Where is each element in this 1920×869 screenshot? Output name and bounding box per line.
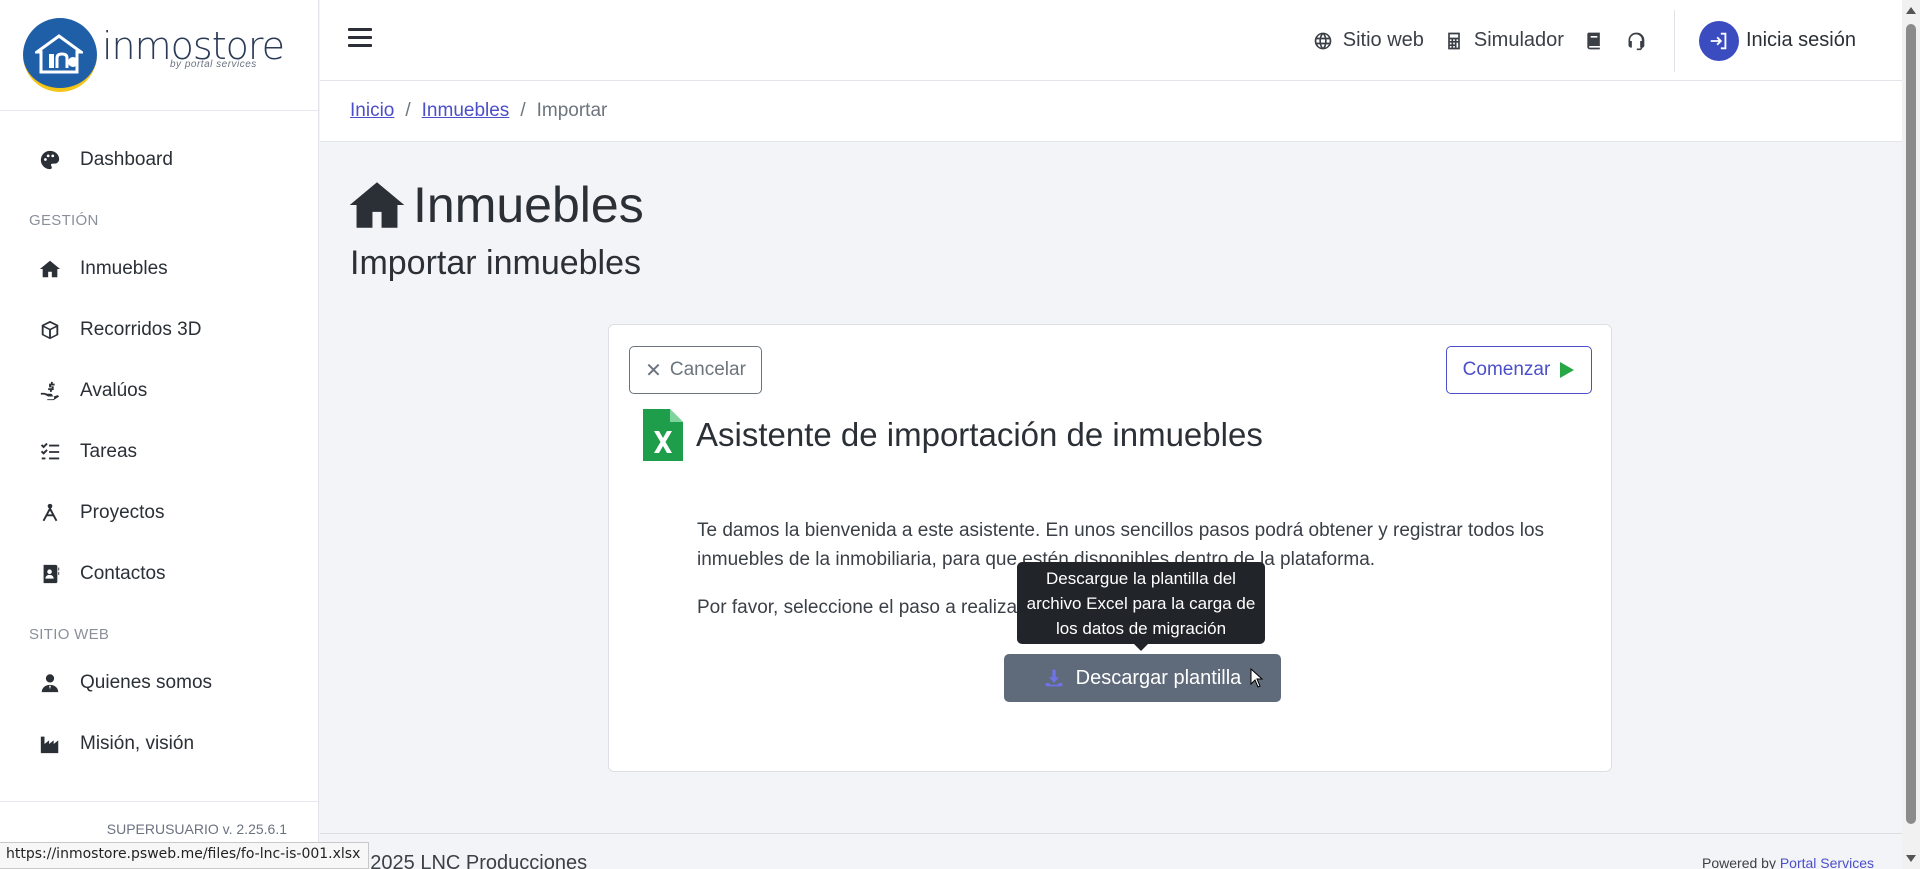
sidebar-item-label: Inmuebles bbox=[80, 257, 168, 279]
sidebar-item-recorridos-3d[interactable]: Recorridos 3D bbox=[0, 299, 318, 360]
download-icon bbox=[1045, 669, 1063, 687]
sidebar-item-label: Proyectos bbox=[80, 501, 165, 523]
breadcrumb-separator: / bbox=[405, 100, 411, 121]
download-template-button[interactable]: Descargar plantilla bbox=[1004, 654, 1281, 702]
import-wizard-card: ✕ Cancelar Comenzar Asistente de importa… bbox=[608, 324, 1612, 772]
globe-icon bbox=[1314, 32, 1332, 49]
portal-services-link[interactable]: Portal Services bbox=[1780, 855, 1874, 869]
headset-icon[interactable] bbox=[1626, 30, 1648, 52]
brand-tagline: by portal services bbox=[170, 59, 257, 70]
sidebar-item-avaluos[interactable]: Avalúos bbox=[0, 360, 318, 421]
hand-money-icon bbox=[38, 379, 62, 403]
sidebar-item-label: Quienes somos bbox=[80, 671, 213, 693]
page-footer: © 2025 LNC Producciones Powered by Porta… bbox=[320, 833, 1902, 869]
sidebar-item-proyectos[interactable]: Proyectos bbox=[0, 482, 318, 543]
login-button[interactable]: Inicia sesión bbox=[1698, 20, 1856, 61]
status-url: https://inmostore.psweb.me/files/fo-lnc-… bbox=[0, 842, 370, 869]
compass-icon bbox=[38, 501, 62, 525]
wizard-header: Asistente de importación de inmuebles bbox=[643, 409, 1263, 461]
powered-by: Powered by Portal Services bbox=[1702, 855, 1874, 869]
sidebar-item-mision-vision[interactable]: Misión, visión bbox=[0, 713, 318, 774]
powered-by-text: Powered by bbox=[1702, 855, 1780, 869]
download-tooltip: Descargue la plantilla del archivo Excel… bbox=[1017, 562, 1265, 651]
copyright: © 2025 LNC Producciones bbox=[350, 852, 588, 869]
select-step-text: Por favor, seleccione el paso a realizar… bbox=[697, 597, 1029, 618]
section-gestion: GESTIÓN bbox=[29, 212, 99, 229]
industry-icon bbox=[38, 732, 62, 756]
sidebar: inmostore by portal services Dashboard G… bbox=[0, 0, 319, 869]
scroll-thumb[interactable] bbox=[1906, 24, 1916, 824]
simulador-label: Simulador bbox=[1473, 29, 1564, 51]
list-check-icon bbox=[38, 440, 62, 464]
sidebar-item-tareas[interactable]: Tareas bbox=[0, 421, 318, 482]
login-icon bbox=[1698, 20, 1739, 61]
sidebar-nav: Dashboard GESTIÓN Inmuebles Recorridos 3… bbox=[0, 111, 318, 774]
logo-house-icon bbox=[35, 34, 83, 74]
start-label: Comenzar bbox=[1462, 359, 1551, 380]
cube-icon bbox=[38, 318, 62, 342]
topbar: Sitio web Simulador Inicia sesión bbox=[320, 0, 1902, 81]
cancel-button[interactable]: ✕ Cancelar bbox=[629, 346, 762, 394]
breadcrumb-separator: / bbox=[520, 100, 526, 121]
simulador-link[interactable]: Simulador bbox=[1444, 29, 1564, 52]
close-icon: ✕ bbox=[645, 359, 662, 382]
wizard-title: Asistente de importación de inmuebles bbox=[696, 416, 1263, 453]
start-button[interactable]: Comenzar bbox=[1446, 346, 1592, 394]
scroll-up-icon[interactable] bbox=[1906, 7, 1916, 14]
sidebar-item-label: Dashboard bbox=[80, 148, 173, 170]
section-sitio-web: SITIO WEB bbox=[29, 626, 110, 643]
login-label: Inicia sesión bbox=[1745, 29, 1856, 51]
book-icon[interactable] bbox=[1584, 30, 1606, 52]
page-title-text: Inmuebles bbox=[413, 177, 644, 233]
topbar-divider bbox=[1673, 9, 1675, 72]
address-book-icon bbox=[38, 562, 62, 586]
download-label: Descargar plantilla bbox=[1075, 666, 1242, 689]
version-label: SUPERUSUARIO v. 2.25.6.1 bbox=[106, 821, 287, 837]
cancel-label: Cancelar bbox=[669, 359, 746, 380]
breadcrumb-current: Importar bbox=[536, 100, 608, 121]
sidebar-item-dashboard[interactable]: Dashboard bbox=[0, 129, 318, 190]
palette-icon bbox=[38, 148, 62, 172]
sidebar-item-label: Avalúos bbox=[80, 379, 148, 401]
page-title: Inmuebles bbox=[349, 176, 644, 234]
sidebar-item-contactos[interactable]: Contactos bbox=[0, 543, 318, 604]
play-icon bbox=[1560, 362, 1575, 378]
logo-emblem bbox=[23, 18, 97, 92]
sidebar-item-label: Tareas bbox=[80, 440, 138, 462]
scroll-down-icon[interactable] bbox=[1906, 855, 1916, 862]
sidebar-item-label: Misión, visión bbox=[80, 732, 195, 754]
sitio-web-link[interactable]: Sitio web bbox=[1313, 29, 1424, 52]
sidebar-item-quienes-somos[interactable]: Quienes somos bbox=[0, 652, 318, 713]
mouse-cursor-icon bbox=[1250, 668, 1264, 688]
brand-logo[interactable]: inmostore by portal services bbox=[0, 0, 318, 111]
calculator-icon bbox=[1448, 32, 1460, 49]
sitio-web-label: Sitio web bbox=[1342, 29, 1424, 51]
page-subtitle: Importar inmuebles bbox=[350, 244, 642, 282]
scrollbar[interactable] bbox=[1902, 0, 1920, 869]
home-icon bbox=[349, 182, 405, 228]
breadcrumb-inmuebles[interactable]: Inmuebles bbox=[422, 100, 510, 122]
sidebar-item-inmuebles[interactable]: Inmuebles bbox=[0, 238, 318, 299]
user-tie-icon bbox=[38, 671, 62, 695]
excel-file-icon bbox=[643, 409, 683, 461]
sidebar-item-label: Contactos bbox=[80, 562, 166, 584]
breadcrumb: Inicio / Inmuebles / Importar bbox=[320, 81, 1902, 142]
breadcrumb-inicio[interactable]: Inicio bbox=[350, 100, 394, 122]
sidebar-item-label: Recorridos 3D bbox=[80, 318, 202, 340]
top-links: Sitio web Simulador Inicia sesión bbox=[1313, 0, 1902, 81]
home-icon bbox=[38, 257, 62, 281]
menu-toggle-icon[interactable] bbox=[348, 28, 372, 48]
